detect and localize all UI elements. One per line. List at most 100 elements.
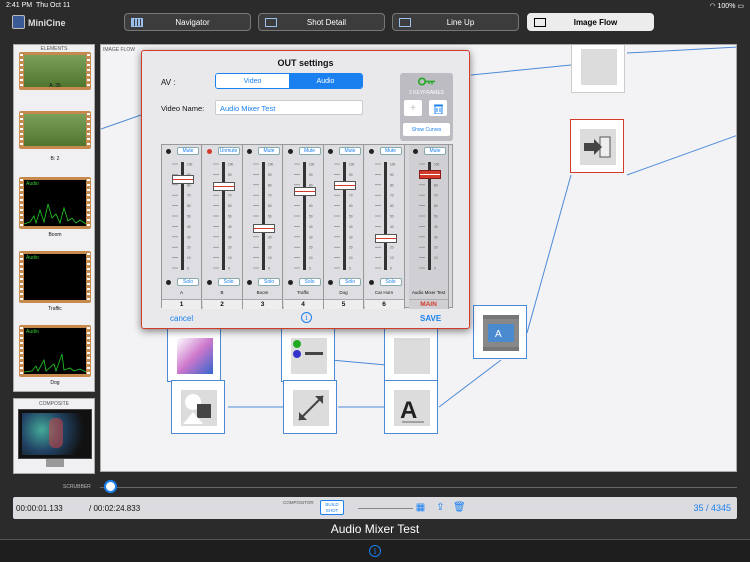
scale-mark-label: 70	[228, 194, 232, 198]
fader-track[interactable]	[262, 162, 265, 270]
tab-line-up[interactable]: Line Up	[392, 13, 519, 31]
solo-button[interactable]: Solo	[177, 278, 199, 286]
tab-image-flow[interactable]: Image Flow	[527, 13, 654, 31]
mixer-strip-4: Mute 100 90 80 70 60 50 40 30 20 10 0 Solo Traffic 4	[283, 145, 324, 309]
keyframes-count: 2 KEYFRAMES	[408, 90, 444, 96]
composite-panel: COMPOSITE	[13, 398, 95, 474]
mute-button[interactable]: Mute	[298, 147, 321, 155]
fader-track[interactable]	[343, 162, 346, 270]
fader-knob[interactable]	[374, 234, 397, 244]
cancel-button[interactable]: cancel	[170, 314, 193, 323]
scale-mark-label: 10	[349, 256, 353, 260]
element-thumb[interactable]: Audio	[19, 325, 91, 377]
share-icon[interactable]: ⇪	[435, 501, 446, 514]
rgb-dots-icon	[293, 340, 323, 358]
element-thumb[interactable]: Audio	[19, 251, 91, 303]
save-button[interactable]: SAVE	[420, 314, 441, 323]
scale-mark-label: 10	[309, 256, 313, 260]
scale-mark-label: 20	[228, 246, 232, 250]
mute-button[interactable]: Mute	[177, 147, 199, 155]
add-keyframe-button[interactable]: +	[404, 100, 422, 116]
output-arrow-icon	[580, 129, 616, 165]
solo-button[interactable]: Solo	[217, 278, 240, 286]
audio-tag: Audio	[26, 181, 39, 187]
scale-mark-label: 10	[390, 256, 394, 260]
flow-node-title[interactable]: A	[384, 380, 438, 434]
scale-mark-label: 10	[228, 256, 232, 260]
solo-button[interactable]: Solo	[258, 278, 280, 286]
flow-node-rgb[interactable]	[281, 328, 335, 382]
delete-keyframe-button[interactable]	[429, 100, 447, 116]
flow-node-transform[interactable]	[283, 380, 337, 434]
flow-node-video[interactable]: A	[473, 305, 527, 359]
tab-navigator[interactable]: Navigator	[124, 13, 251, 31]
flow-node-color[interactable]	[167, 328, 221, 382]
fader-knob[interactable]	[253, 224, 275, 234]
mute-button[interactable]: Mute	[379, 147, 402, 155]
scale-mark-label: 20	[434, 246, 438, 250]
av-option-audio[interactable]: Audio	[289, 74, 362, 88]
build-shot-button[interactable]: BUILD SHOT	[320, 500, 344, 515]
element-thumb[interactable]	[19, 111, 91, 149]
fader-track[interactable]	[383, 162, 387, 270]
fader-knob[interactable]	[172, 174, 194, 184]
solo-indicator-icon	[206, 280, 212, 285]
lineup-icon	[399, 18, 411, 27]
svg-text:A: A	[400, 397, 417, 424]
av-option-video[interactable]: Video	[216, 74, 289, 88]
mute-button[interactable]: Mute	[258, 147, 280, 155]
mute-button[interactable]: Mute	[424, 147, 446, 155]
fader-track[interactable]	[302, 162, 306, 270]
resize-icon	[293, 390, 329, 426]
element-label: B: 2	[50, 156, 60, 162]
solo-button[interactable]: Solo	[339, 278, 361, 286]
flow-node-text[interactable]	[384, 328, 438, 382]
fader-track[interactable]	[221, 162, 225, 270]
film-strip-icon[interactable]: ▦	[415, 501, 426, 514]
scale-mark-label: 70	[434, 194, 438, 198]
arrow-into-box-icon	[584, 136, 611, 158]
key-icon[interactable]	[418, 77, 436, 86]
film-holes	[87, 253, 90, 301]
channel-number: 6	[364, 299, 404, 309]
scrubber-handle[interactable]	[104, 480, 117, 493]
compositor-slider[interactable]	[358, 508, 413, 509]
solo-button[interactable]: Solo	[379, 278, 402, 286]
scale-mark-label: 0	[228, 267, 230, 271]
av-segmented-control: Video Audio	[215, 73, 363, 89]
element-label: Boom	[48, 232, 62, 238]
film-holes	[87, 327, 90, 375]
tab-shot-detail[interactable]: Shot Detail	[258, 13, 385, 31]
scrubber-track[interactable]	[100, 487, 737, 488]
audio-mixer: Mute1009080706050403020100SoloA1Unmute10…	[161, 144, 453, 309]
channel-name: A	[179, 290, 183, 295]
scale-mark-label: 90	[228, 173, 232, 177]
flow-node-out[interactable]	[570, 119, 624, 173]
flow-node-output-top[interactable]	[571, 45, 625, 93]
app-root: 2:41 PM Thu Oct 11 ◠ 100% ▭ MiniCine Nav…	[0, 0, 750, 562]
element-thumb[interactable]: Audio	[19, 177, 91, 229]
channel-number: 5	[324, 299, 363, 309]
fader-knob[interactable]	[293, 186, 316, 196]
info-icon[interactable]: i	[369, 545, 381, 557]
scale-mark-label: 0	[187, 267, 189, 271]
solo-button[interactable]: Solo	[298, 278, 321, 286]
mute-button[interactable]: Mute	[339, 147, 361, 155]
trash-icon[interactable]: 🗑	[453, 501, 466, 514]
flow-node-shape[interactable]	[171, 380, 225, 434]
composite-preview[interactable]	[18, 409, 92, 459]
scale-mark-label: 100	[228, 163, 234, 167]
av-label: AV :	[161, 78, 176, 87]
monitor-stand	[46, 459, 64, 467]
scale-mark-label: 50	[187, 215, 191, 219]
info-icon[interactable]: i	[301, 312, 312, 323]
fader-knob[interactable]	[419, 170, 441, 180]
unmute-button[interactable]: Unmute	[217, 147, 240, 155]
show-curves-button[interactable]: Show Curves	[403, 123, 450, 136]
solo-indicator-icon	[166, 280, 171, 285]
scale-mark-label: 80	[390, 183, 394, 187]
fader-knob[interactable]	[334, 181, 356, 191]
scale-mark-label: 10	[268, 256, 272, 260]
video-name-input[interactable]: Audio Mixer Test	[215, 100, 363, 115]
fader-knob[interactable]	[212, 182, 235, 192]
